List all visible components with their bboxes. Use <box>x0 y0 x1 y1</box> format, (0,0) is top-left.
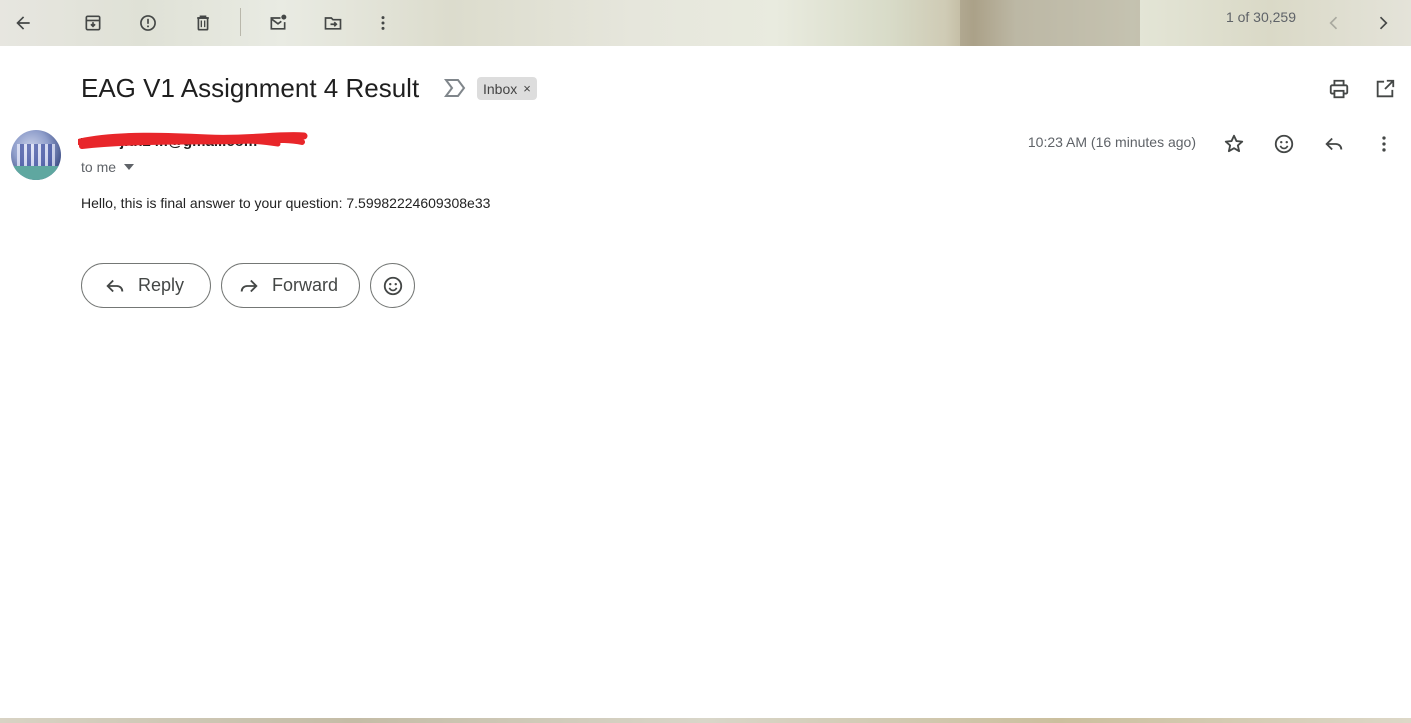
forward-button-label: Forward <box>272 275 339 295</box>
sender-email[interactable]: mobajith24.f@gmail.com <box>80 133 257 150</box>
add-reaction-button[interactable] <box>370 263 415 308</box>
background-strip <box>0 718 1411 723</box>
forward-button[interactable]: Forward <box>221 263 360 308</box>
reply-button-label: Reply <box>138 275 185 295</box>
mark-unread-icon[interactable] <box>260 5 296 41</box>
open-in-new-window-icon[interactable] <box>1372 76 1398 102</box>
print-icon[interactable] <box>1326 76 1352 102</box>
timestamp: 10:23 AM (16 minutes ago) <box>1027 134 1196 150</box>
toolbar: 1 of 30,259 <box>0 0 1411 46</box>
avatar-photo <box>17 144 55 168</box>
importance-marker-icon[interactable] <box>444 78 466 98</box>
back-arrow-icon[interactable] <box>5 5 41 41</box>
more-vert-icon[interactable] <box>365 5 401 41</box>
label-chip-inbox: Inbox × <box>477 77 537 100</box>
caret-down-icon[interactable] <box>124 162 135 172</box>
chevron-left-icon[interactable] <box>1316 5 1352 41</box>
background-decoration <box>960 0 1140 46</box>
avatar-photo-ground <box>11 166 61 180</box>
move-to-icon[interactable] <box>315 5 351 41</box>
forward-icon <box>240 279 258 292</box>
star-icon[interactable] <box>1220 130 1248 158</box>
label-chip-text: Inbox <box>483 80 518 97</box>
email-body: Hello, this is final answer to your ques… <box>81 195 491 211</box>
emoji-icon <box>383 276 402 295</box>
reply-icon <box>106 279 124 292</box>
emoji-reaction-icon[interactable] <box>1270 130 1298 158</box>
reply-button[interactable]: Reply <box>81 263 211 308</box>
reply-icon[interactable] <box>1320 130 1348 158</box>
remove-label-icon[interactable]: × <box>523 81 531 96</box>
archive-icon[interactable] <box>75 5 111 41</box>
sender-avatar[interactable] <box>11 130 61 180</box>
recipient-text: to me <box>81 159 117 175</box>
delete-icon[interactable] <box>185 5 221 41</box>
email-view: 1 of 30,259 EAG V1 Assignment 4 Result I… <box>0 0 1411 723</box>
pager-count: 1 of 30,259 <box>1225 9 1296 25</box>
email-subject: EAG V1 Assignment 4 Result <box>81 73 420 103</box>
more-options-icon[interactable] <box>1370 130 1398 158</box>
recipient-line[interactable]: to me <box>81 159 135 175</box>
chevron-right-icon[interactable] <box>1365 5 1401 41</box>
report-spam-icon[interactable] <box>130 5 166 41</box>
toolbar-divider <box>240 8 241 36</box>
